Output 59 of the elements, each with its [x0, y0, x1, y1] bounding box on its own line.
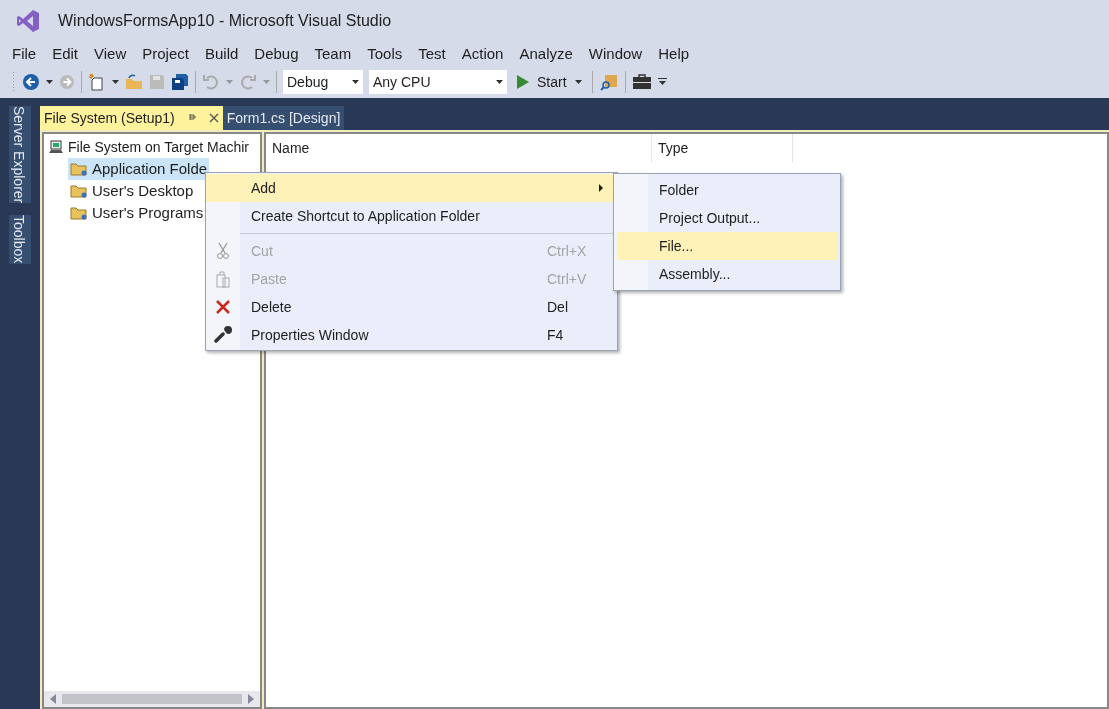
platform-dropdown[interactable]: Any CPU	[369, 70, 507, 94]
play-icon	[517, 75, 529, 89]
horizontal-scrollbar[interactable]	[44, 691, 260, 707]
caret-icon[interactable]	[574, 80, 582, 84]
menu-item[interactable]: Team	[306, 42, 360, 66]
menu-item[interactable]: Create Shortcut to Application Folder	[206, 202, 617, 230]
close-icon[interactable]	[208, 113, 219, 123]
delete-icon	[215, 299, 231, 315]
side-tab[interactable]: Toolbox	[9, 215, 31, 264]
menu-item[interactable]: Tools	[359, 42, 411, 66]
scroll-right-icon[interactable]	[248, 694, 254, 704]
menu-item[interactable]: Assembly...	[617, 260, 837, 288]
column-header[interactable]: Name	[266, 134, 652, 162]
new-item-icon[interactable]	[88, 73, 106, 91]
clipboard-icon	[215, 270, 231, 288]
scroll-left-icon[interactable]	[50, 694, 56, 704]
menu-item[interactable]: Project	[134, 42, 197, 66]
column-header[interactable]: Type	[652, 134, 793, 162]
folder-search-icon[interactable]	[598, 73, 619, 91]
toolbar-grip	[12, 71, 16, 93]
toolbox-icon[interactable]	[631, 74, 652, 90]
menu-item[interactable]: Build	[196, 42, 247, 66]
menu-item[interactable]: Debug	[246, 42, 307, 66]
window-title: WindowsFormsApp10 - Microsoft Visual Studio	[58, 11, 392, 31]
folder-icon	[70, 184, 88, 198]
save-all-icon[interactable]	[171, 73, 189, 91]
configuration-dropdown[interactable]: Debug	[283, 70, 363, 94]
menu-item[interactable]: Window	[580, 42, 651, 66]
start-button[interactable]: Start	[513, 70, 586, 94]
folder-icon	[70, 162, 88, 176]
tree-item[interactable]: User's Programs	[68, 202, 206, 224]
caret-icon[interactable]	[112, 80, 119, 84]
menu-item[interactable]: Folder	[617, 176, 837, 204]
side-tab[interactable]: Server Explorer	[9, 106, 31, 204]
tree-item[interactable]: User's Desktop	[68, 180, 196, 202]
document-tab[interactable]: File System (Setup1)	[40, 106, 223, 130]
caret-icon[interactable]	[496, 80, 503, 84]
menu-item[interactable]: Properties Window F4	[206, 321, 617, 349]
menu-item[interactable]: Delete Del	[206, 293, 617, 321]
caret-icon[interactable]	[352, 80, 359, 84]
folder-icon	[70, 206, 88, 220]
computer-icon	[48, 140, 64, 154]
document-tab[interactable]: Form1.cs [Design]	[222, 106, 345, 130]
overflow-icon[interactable]	[657, 78, 667, 86]
menu-item[interactable]: Help	[650, 42, 698, 66]
scissors-icon	[216, 242, 230, 260]
tree-item[interactable]: Application Folde	[68, 158, 210, 180]
tree-item[interactable]: File System on Target Machir	[48, 136, 260, 158]
open-folder-icon[interactable]	[125, 74, 143, 90]
menu-item[interactable]: File...	[617, 232, 837, 260]
caret-icon[interactable]	[46, 80, 53, 84]
menu-item[interactable]: Test	[410, 42, 454, 66]
menu-item[interactable]: Project Output...	[617, 204, 837, 232]
menu-item[interactable]: View	[86, 42, 135, 66]
menu-item[interactable]: Edit	[44, 42, 87, 66]
menu-item[interactable]: Action	[453, 42, 512, 66]
menu-item[interactable]: Analyze	[511, 42, 581, 66]
app-logo-icon	[16, 9, 40, 33]
menu-item[interactable]: File	[4, 42, 45, 66]
